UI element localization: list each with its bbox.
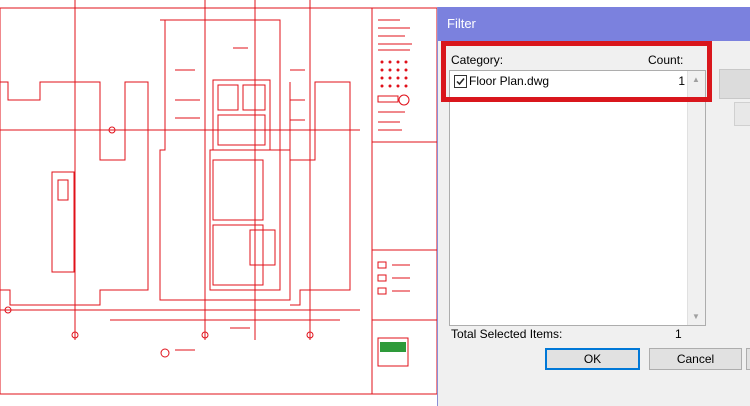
ok-button[interactable]: OK — [545, 348, 640, 370]
cancel-button[interactable]: Cancel — [649, 348, 742, 370]
side-button-secondary[interactable] — [734, 102, 750, 126]
red-highlight-box — [441, 41, 712, 102]
dialog-title: Filter — [447, 16, 476, 31]
category-list[interactable]: Floor Plan.dwg 1 ▲ ▼ — [449, 70, 706, 326]
help-button[interactable] — [746, 348, 750, 370]
list-scrollbar[interactable]: ▲ ▼ — [687, 71, 705, 325]
dialog-titlebar[interactable]: Filter — [438, 7, 750, 41]
total-selected-value: 1 — [675, 327, 682, 341]
scroll-down-icon[interactable]: ▼ — [692, 312, 700, 321]
filter-dialog: Filter Category: Count: Floor Plan.dwg 1… — [437, 7, 750, 406]
total-selected-label: Total Selected Items: — [451, 327, 563, 341]
side-button[interactable] — [719, 69, 750, 99]
cad-floor-plan-drawing — [0, 0, 438, 395]
